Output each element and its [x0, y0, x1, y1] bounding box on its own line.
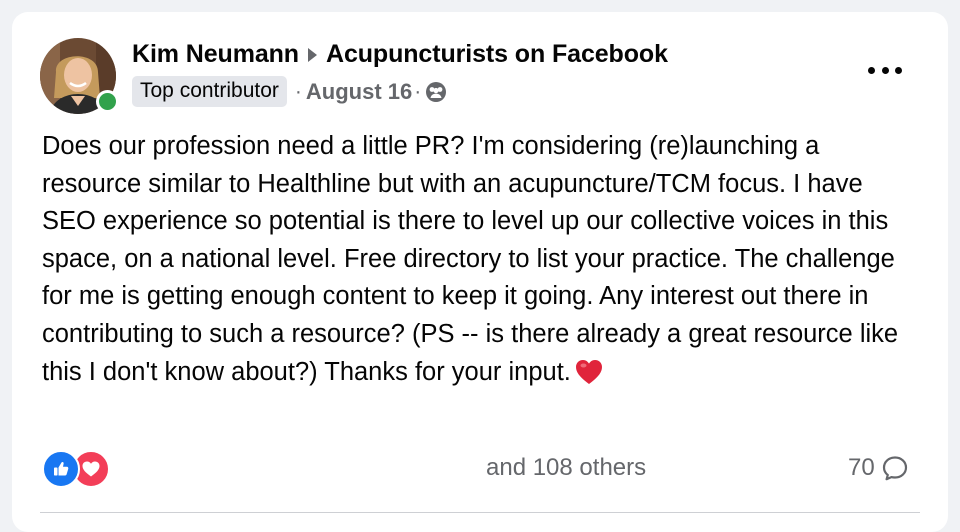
comment-bubble-icon	[881, 454, 909, 482]
red-heart-emoji-icon	[575, 359, 603, 397]
online-status-icon	[96, 90, 119, 113]
post-card: Kim Neumann Acupuncturists on Facebook T…	[12, 12, 948, 532]
group-audience-icon[interactable]	[425, 81, 447, 103]
author-name[interactable]: Kim Neumann	[132, 40, 299, 69]
top-contributor-badge[interactable]: Top contributor	[132, 76, 287, 107]
post-body-text: Does our profession need a little PR? I'…	[42, 132, 899, 386]
dot-icon	[868, 66, 875, 74]
more-options-button[interactable]	[868, 62, 902, 78]
reaction-summary[interactable]	[42, 450, 110, 488]
like-icon	[42, 450, 80, 488]
group-name[interactable]: Acupuncturists on Facebook	[326, 40, 668, 69]
triangle-right-icon	[307, 47, 317, 62]
meta-separator: ·	[414, 79, 422, 103]
dot-icon	[881, 66, 889, 74]
comment-count-button[interactable]: 70	[848, 454, 909, 482]
post-header-title: Kim Neumann Acupuncturists on Facebook	[132, 40, 668, 69]
dot-icon	[895, 66, 902, 74]
post-meta: Top contributor · August 16 ·	[132, 76, 447, 107]
reaction-count-text[interactable]: and 108 others	[486, 454, 646, 482]
footer-divider	[40, 512, 920, 513]
comment-count: 70	[848, 454, 875, 481]
meta-separator: ·	[294, 79, 302, 103]
post-date[interactable]: August 16	[306, 79, 412, 105]
post-text: Does our profession need a little PR? I'…	[42, 128, 912, 396]
